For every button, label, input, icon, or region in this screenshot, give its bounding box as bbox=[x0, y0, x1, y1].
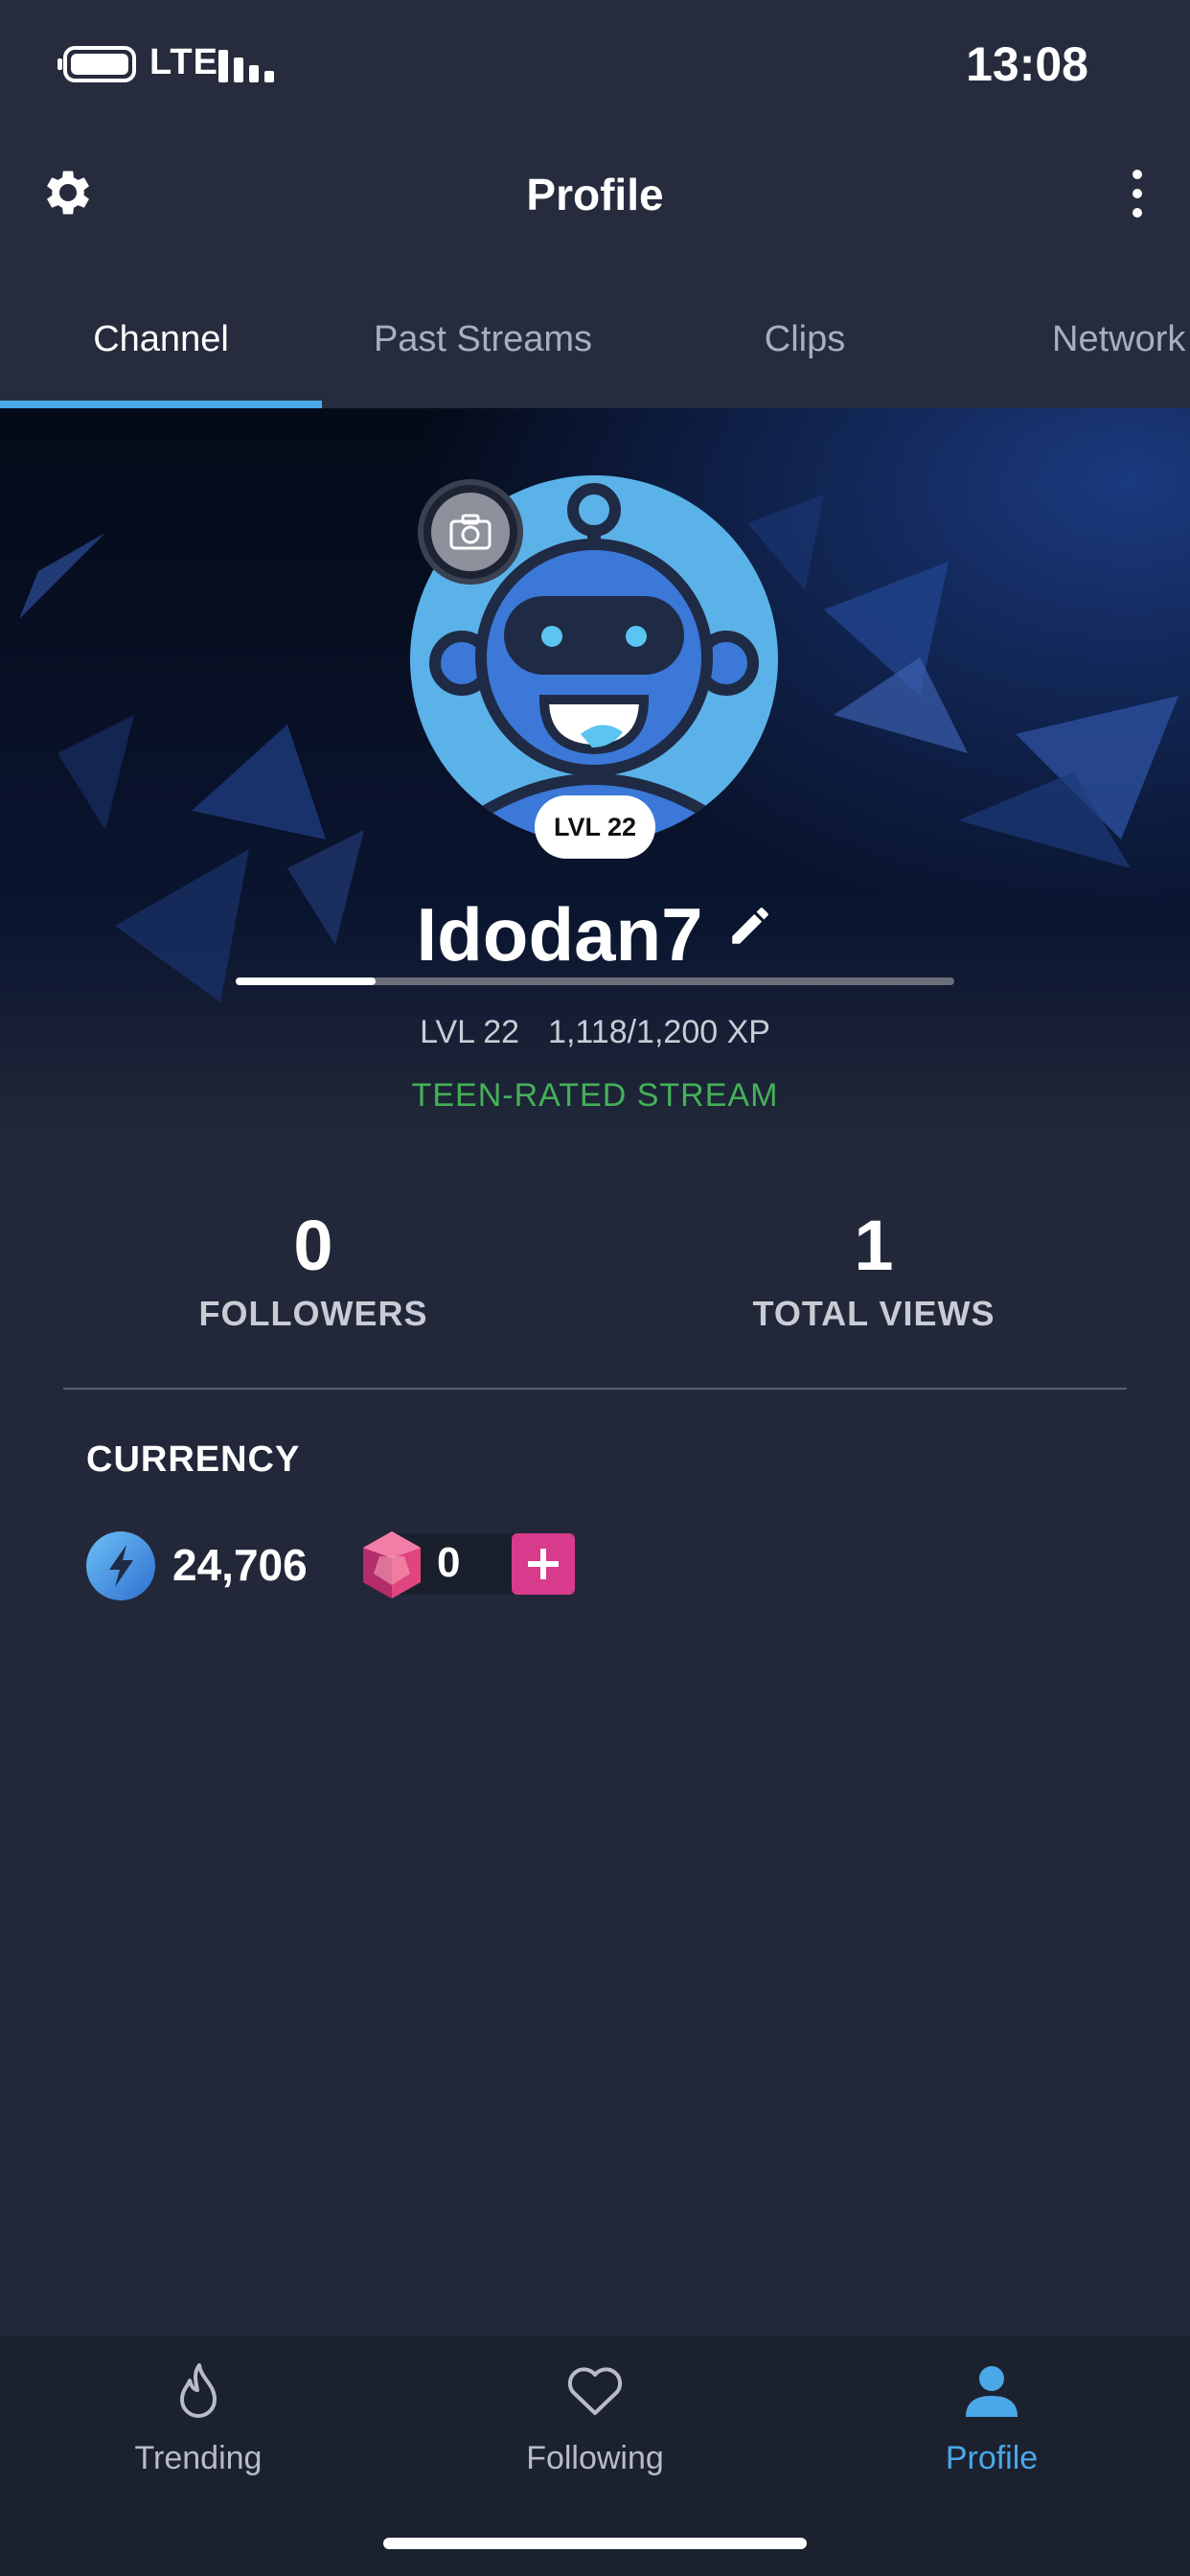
home-indicator bbox=[383, 2538, 807, 2549]
total-views-count: 1 bbox=[854, 1206, 894, 1285]
followers-count: 0 bbox=[293, 1206, 333, 1285]
heart-icon bbox=[567, 2367, 623, 2415]
nav-following-label: Following bbox=[526, 2440, 664, 2476]
flame-icon bbox=[180, 2363, 217, 2418]
profile-tabs: Channel Past Streams Clips Network bbox=[0, 259, 1190, 408]
total-views-label: TOTAL VIEWS bbox=[752, 1294, 995, 1333]
level-text: LVL 22 bbox=[420, 1014, 520, 1050]
username-row: Idodan7 bbox=[0, 891, 1190, 978]
active-tab-indicator bbox=[0, 401, 322, 408]
sparks-balance: 24,706 bbox=[172, 1540, 308, 1590]
battery-icon bbox=[57, 46, 136, 82]
status-time: 13:08 bbox=[966, 37, 1088, 91]
nav-following[interactable]: Following bbox=[397, 2336, 793, 2518]
add-gems-button[interactable] bbox=[512, 1533, 575, 1595]
tab-channel[interactable]: Channel bbox=[0, 259, 322, 408]
more-options-icon[interactable] bbox=[1123, 167, 1152, 220]
nav-trending-label: Trending bbox=[134, 2440, 263, 2476]
signal-icon bbox=[218, 50, 276, 82]
xp-text: 1,118/1,200 XP bbox=[548, 1014, 770, 1050]
sparks-coin-icon bbox=[86, 1531, 155, 1600]
username: Idodan7 bbox=[416, 892, 703, 977]
network-type: LTE bbox=[149, 42, 218, 82]
tab-clips[interactable]: Clips bbox=[644, 259, 966, 408]
camera-icon bbox=[449, 514, 492, 550]
gems-balance: 0 bbox=[437, 1539, 461, 1586]
currency-heading: CURRENCY bbox=[86, 1439, 301, 1480]
tab-network[interactable]: Network bbox=[966, 259, 1190, 408]
status-bar: LTE 13:08 bbox=[0, 0, 1190, 134]
change-photo-button[interactable] bbox=[418, 479, 523, 585]
person-icon bbox=[966, 2366, 1018, 2417]
content-rating: TEEN-RATED STREAM bbox=[411, 1077, 779, 1114]
top-app-bar: Profile bbox=[0, 134, 1190, 259]
level-info: LVL 22 1,118/1,200 XP bbox=[0, 1014, 1190, 1051]
total-views-stat: 1 TOTAL VIEWS bbox=[634, 1208, 1113, 1334]
plus-icon bbox=[528, 1549, 559, 1579]
xp-progress-bar bbox=[236, 978, 954, 985]
level-badge: LVL 22 bbox=[535, 795, 655, 859]
tab-past-streams[interactable]: Past Streams bbox=[322, 259, 644, 408]
section-divider bbox=[63, 1388, 1127, 1390]
followers-label: FOLLOWERS bbox=[198, 1294, 428, 1333]
xp-progress-fill bbox=[236, 978, 377, 985]
followers-stat[interactable]: 0 FOLLOWERS bbox=[74, 1208, 553, 1334]
nav-profile-label: Profile bbox=[945, 2440, 1039, 2476]
gem-icon bbox=[363, 1531, 421, 1598]
nav-trending[interactable]: Trending bbox=[0, 2336, 397, 2518]
page-title: Profile bbox=[526, 170, 664, 219]
edit-pencil-icon[interactable] bbox=[726, 902, 774, 950]
nav-profile[interactable]: Profile bbox=[793, 2336, 1190, 2518]
